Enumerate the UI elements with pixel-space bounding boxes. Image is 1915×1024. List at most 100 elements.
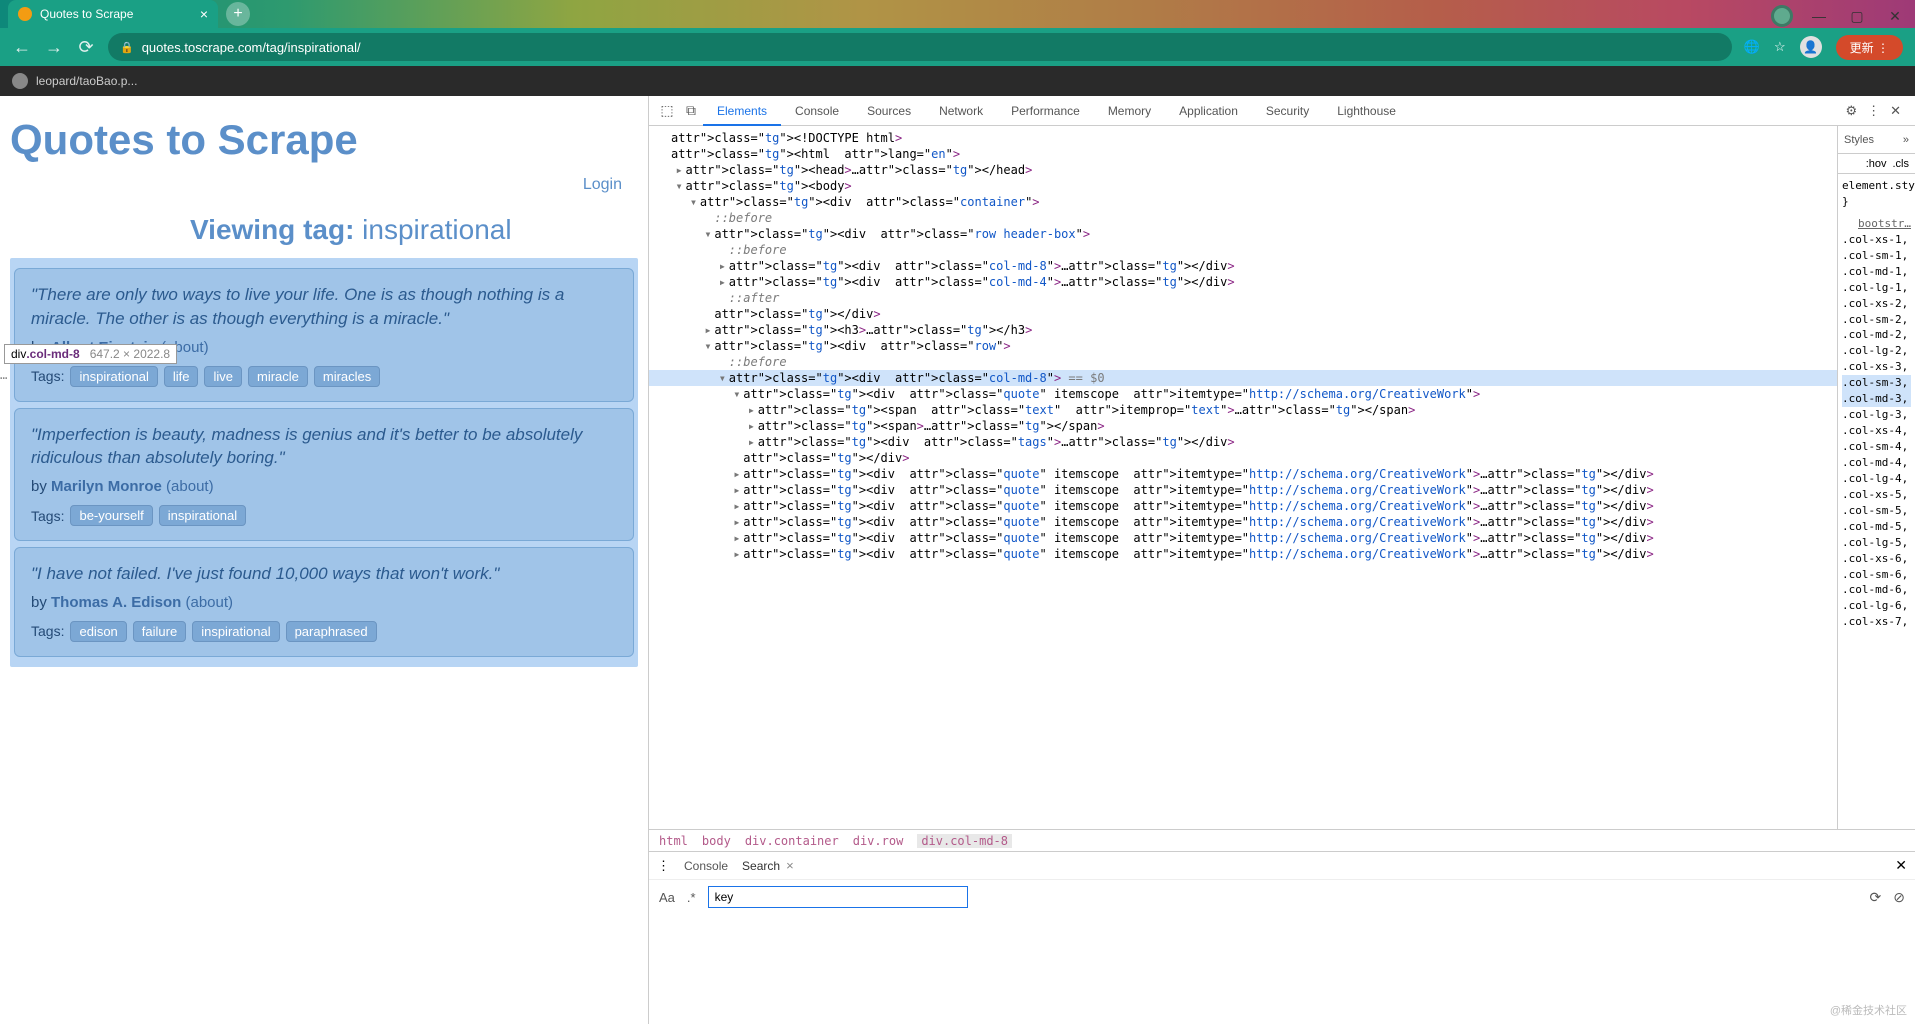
dom-node[interactable]: ::before bbox=[649, 354, 1837, 370]
dom-breadcrumb[interactable]: htmlbodydiv.containerdiv.rowdiv.col-md-8 bbox=[649, 829, 1915, 851]
css-selector[interactable]: .col-xs-6, bbox=[1842, 551, 1911, 567]
close-window-button[interactable]: ✕ bbox=[1883, 4, 1907, 28]
dom-node[interactable]: ▸attr">class="tg"><div attr">class="col-… bbox=[649, 258, 1837, 274]
new-tab-button[interactable]: + bbox=[226, 2, 250, 26]
breadcrumb-item[interactable]: body bbox=[702, 834, 731, 848]
breadcrumb-item[interactable]: div.col-md-8 bbox=[917, 834, 1012, 848]
browser-tab[interactable]: Quotes to Scrape × bbox=[8, 0, 218, 28]
dom-node[interactable]: ▸attr">class="tg"><div attr">class="tags… bbox=[649, 434, 1837, 450]
device-toggle-icon[interactable]: ⧉ bbox=[679, 102, 703, 119]
dom-node[interactable]: ▾attr">class="tg"><body> bbox=[649, 178, 1837, 194]
devtools-tab-network[interactable]: Network bbox=[925, 96, 997, 126]
styles-more-icon[interactable]: » bbox=[1903, 134, 1909, 146]
breadcrumb-item[interactable]: html bbox=[659, 834, 688, 848]
match-case-toggle[interactable]: Aa bbox=[659, 890, 675, 905]
dom-node[interactable]: ::after bbox=[649, 290, 1837, 306]
refresh-icon[interactable]: ⟳ bbox=[1870, 889, 1882, 906]
breadcrumb-item[interactable]: div.container bbox=[745, 834, 839, 848]
url-input[interactable]: 🔒 quotes.toscrape.com/tag/inspirational/ bbox=[108, 33, 1732, 61]
dom-node[interactable]: ▸attr">class="tg"><div attr">class="quot… bbox=[649, 482, 1837, 498]
drawer-close-icon[interactable]: ✕ bbox=[1895, 857, 1907, 874]
css-selector[interactable]: .col-md-6, bbox=[1842, 582, 1911, 598]
dom-node[interactable]: ▸attr">class="tg"><div attr">class="quot… bbox=[649, 530, 1837, 546]
about-link[interactable]: (about) bbox=[166, 478, 214, 495]
profile-indicator-icon[interactable] bbox=[1771, 5, 1793, 27]
inspect-element-icon[interactable]: ⬚ bbox=[655, 102, 679, 119]
devtools-tab-performance[interactable]: Performance bbox=[997, 96, 1094, 126]
dom-node[interactable]: attr">class="tg"></div> bbox=[649, 450, 1837, 466]
back-button[interactable]: ← bbox=[12, 37, 32, 58]
tag-link[interactable]: inspirational bbox=[159, 505, 246, 526]
css-selector[interactable]: .col-xs-4, bbox=[1842, 423, 1911, 439]
drawer-tab-search[interactable]: Search bbox=[742, 859, 780, 873]
reload-button[interactable]: ⟳ bbox=[76, 37, 96, 58]
dom-node[interactable]: ▸attr">class="tg"><div attr">class="quot… bbox=[649, 498, 1837, 514]
update-button[interactable]: 更新 ⋮ bbox=[1836, 35, 1903, 60]
devtools-tab-elements[interactable]: Elements bbox=[703, 96, 781, 126]
devtools-close-icon[interactable]: ✕ bbox=[1890, 103, 1901, 119]
devtools-tab-application[interactable]: Application bbox=[1165, 96, 1252, 126]
tag-link[interactable]: life bbox=[164, 366, 199, 387]
tag-link[interactable]: inspirational bbox=[192, 621, 279, 642]
clear-icon[interactable]: ⊘ bbox=[1893, 889, 1905, 906]
css-selector[interactable]: .col-xs-5, bbox=[1842, 487, 1911, 503]
author-link[interactable]: Thomas A. Edison bbox=[51, 594, 181, 611]
dom-node[interactable]: ::before bbox=[649, 242, 1837, 258]
dom-node[interactable]: ▸attr">class="tg"><div attr">class="quot… bbox=[649, 466, 1837, 482]
translate-icon[interactable]: 🌐 bbox=[1744, 39, 1760, 55]
drawer-tab-console[interactable]: Console bbox=[684, 859, 728, 873]
dom-node[interactable]: ⋯ ▾attr">class="tg"><div attr">class="co… bbox=[649, 370, 1837, 386]
devtools-tab-security[interactable]: Security bbox=[1252, 96, 1323, 126]
css-selector[interactable]: .col-xs-7, bbox=[1842, 614, 1911, 630]
regex-toggle[interactable]: .* bbox=[687, 890, 696, 905]
css-selector[interactable]: .col-xs-3, bbox=[1842, 359, 1911, 375]
css-selector[interactable]: .col-lg-2, bbox=[1842, 343, 1911, 359]
devtools-tab-lighthouse[interactable]: Lighthouse bbox=[1323, 96, 1410, 126]
search-input[interactable] bbox=[708, 886, 968, 908]
dom-node[interactable]: attr">class="tg"></div> bbox=[649, 306, 1837, 322]
close-tab-icon[interactable]: × bbox=[200, 6, 208, 22]
styles-rules[interactable]: element.style {}bootstr….col-xs-1,.col-s… bbox=[1838, 174, 1915, 829]
css-selector[interactable]: .col-md-3, bbox=[1842, 391, 1911, 407]
css-selector[interactable]: .col-lg-3, bbox=[1842, 407, 1911, 423]
css-selector[interactable]: .col-sm-5, bbox=[1842, 503, 1911, 519]
dom-node[interactable]: ▸attr">class="tg"><span>…attr">class="tg… bbox=[649, 418, 1837, 434]
bookmark-item[interactable]: leopard/taoBao.p... bbox=[36, 74, 137, 88]
tag-link[interactable]: inspirational bbox=[70, 366, 157, 387]
css-selector[interactable]: .col-sm-2, bbox=[1842, 312, 1911, 328]
bookmark-star-icon[interactable]: ☆ bbox=[1774, 39, 1786, 55]
site-title[interactable]: Quotes to Scrape bbox=[10, 106, 638, 168]
tag-link[interactable]: be-yourself bbox=[70, 505, 152, 526]
dom-node[interactable]: ▾attr">class="tg"><div attr">class="cont… bbox=[649, 194, 1837, 210]
css-selector[interactable]: .col-lg-4, bbox=[1842, 471, 1911, 487]
about-link[interactable]: (about) bbox=[185, 594, 233, 611]
css-selector[interactable]: .col-md-2, bbox=[1842, 327, 1911, 343]
dom-node[interactable]: attr">class="tg"><!DOCTYPE html> bbox=[649, 130, 1837, 146]
css-selector[interactable]: .col-xs-2, bbox=[1842, 296, 1911, 312]
dom-node[interactable]: ::before bbox=[649, 210, 1837, 226]
forward-button[interactable]: → bbox=[44, 37, 64, 58]
css-selector[interactable]: .col-sm-1, bbox=[1842, 248, 1911, 264]
tag-link[interactable]: failure bbox=[133, 621, 186, 642]
dom-node[interactable]: ▸attr">class="tg"><h3>…attr">class="tg">… bbox=[649, 322, 1837, 338]
css-selector[interactable]: .col-sm-3, bbox=[1842, 375, 1911, 391]
maximize-button[interactable]: ▢ bbox=[1845, 4, 1869, 28]
minimize-button[interactable]: — bbox=[1807, 4, 1831, 28]
dom-node[interactable]: attr">class="tg"><html attr">lang="en"> bbox=[649, 146, 1837, 162]
devtools-settings-icon[interactable]: ⚙ bbox=[1845, 103, 1857, 119]
dom-node[interactable]: ▸attr">class="tg"><head>…attr">class="tg… bbox=[649, 162, 1837, 178]
tag-link[interactable]: live bbox=[204, 366, 242, 387]
css-selector[interactable]: .col-md-1, bbox=[1842, 264, 1911, 280]
dom-node[interactable]: ▾attr">class="tg"><div attr">class="row … bbox=[649, 226, 1837, 242]
css-selector[interactable]: .col-sm-4, bbox=[1842, 439, 1911, 455]
devtools-more-icon[interactable]: ⋮ bbox=[1867, 103, 1880, 119]
login-link[interactable]: Login bbox=[583, 176, 622, 193]
devtools-tab-console[interactable]: Console bbox=[781, 96, 853, 126]
tag-link[interactable]: miracles bbox=[314, 366, 380, 387]
hov-toggle[interactable]: :hov bbox=[1866, 158, 1887, 170]
drawer-tab-close-icon[interactable]: × bbox=[786, 858, 794, 873]
dom-node[interactable]: ▸attr">class="tg"><div attr">class="quot… bbox=[649, 514, 1837, 530]
elements-tree[interactable]: attr">class="tg"><!DOCTYPE html> attr">c… bbox=[649, 126, 1837, 829]
tag-link[interactable]: edison bbox=[70, 621, 126, 642]
dom-node[interactable]: ▸attr">class="tg"><div attr">class="quot… bbox=[649, 546, 1837, 562]
